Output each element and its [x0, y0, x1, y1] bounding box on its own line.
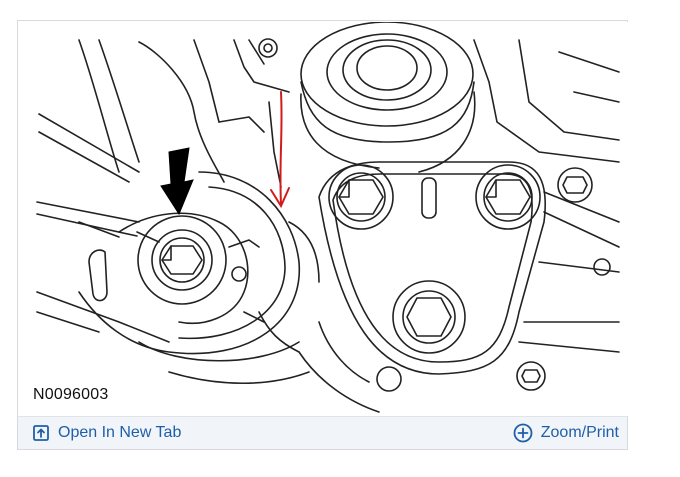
engine-diagram: N0096003: [19, 22, 628, 416]
zoom-print-label: Zoom/Print: [540, 424, 619, 441]
plus-circle-icon: [513, 423, 533, 443]
open-in-new-tab-icon: [32, 424, 50, 442]
zoom-print-button[interactable]: Zoom/Print: [513, 423, 619, 443]
diagram-drawing: [36, 22, 620, 413]
image-toolbar: Open In New Tab Zoom/Print: [18, 416, 627, 449]
black-pointer-arrow: [160, 147, 194, 216]
open-in-new-tab-label: Open In New Tab: [58, 424, 182, 441]
figure-id-label: N0096003: [33, 386, 109, 403]
open-in-new-tab-button[interactable]: Open In New Tab: [32, 424, 181, 442]
image-card: N0096003 Open In New Tab Zoom/Print: [17, 20, 628, 450]
